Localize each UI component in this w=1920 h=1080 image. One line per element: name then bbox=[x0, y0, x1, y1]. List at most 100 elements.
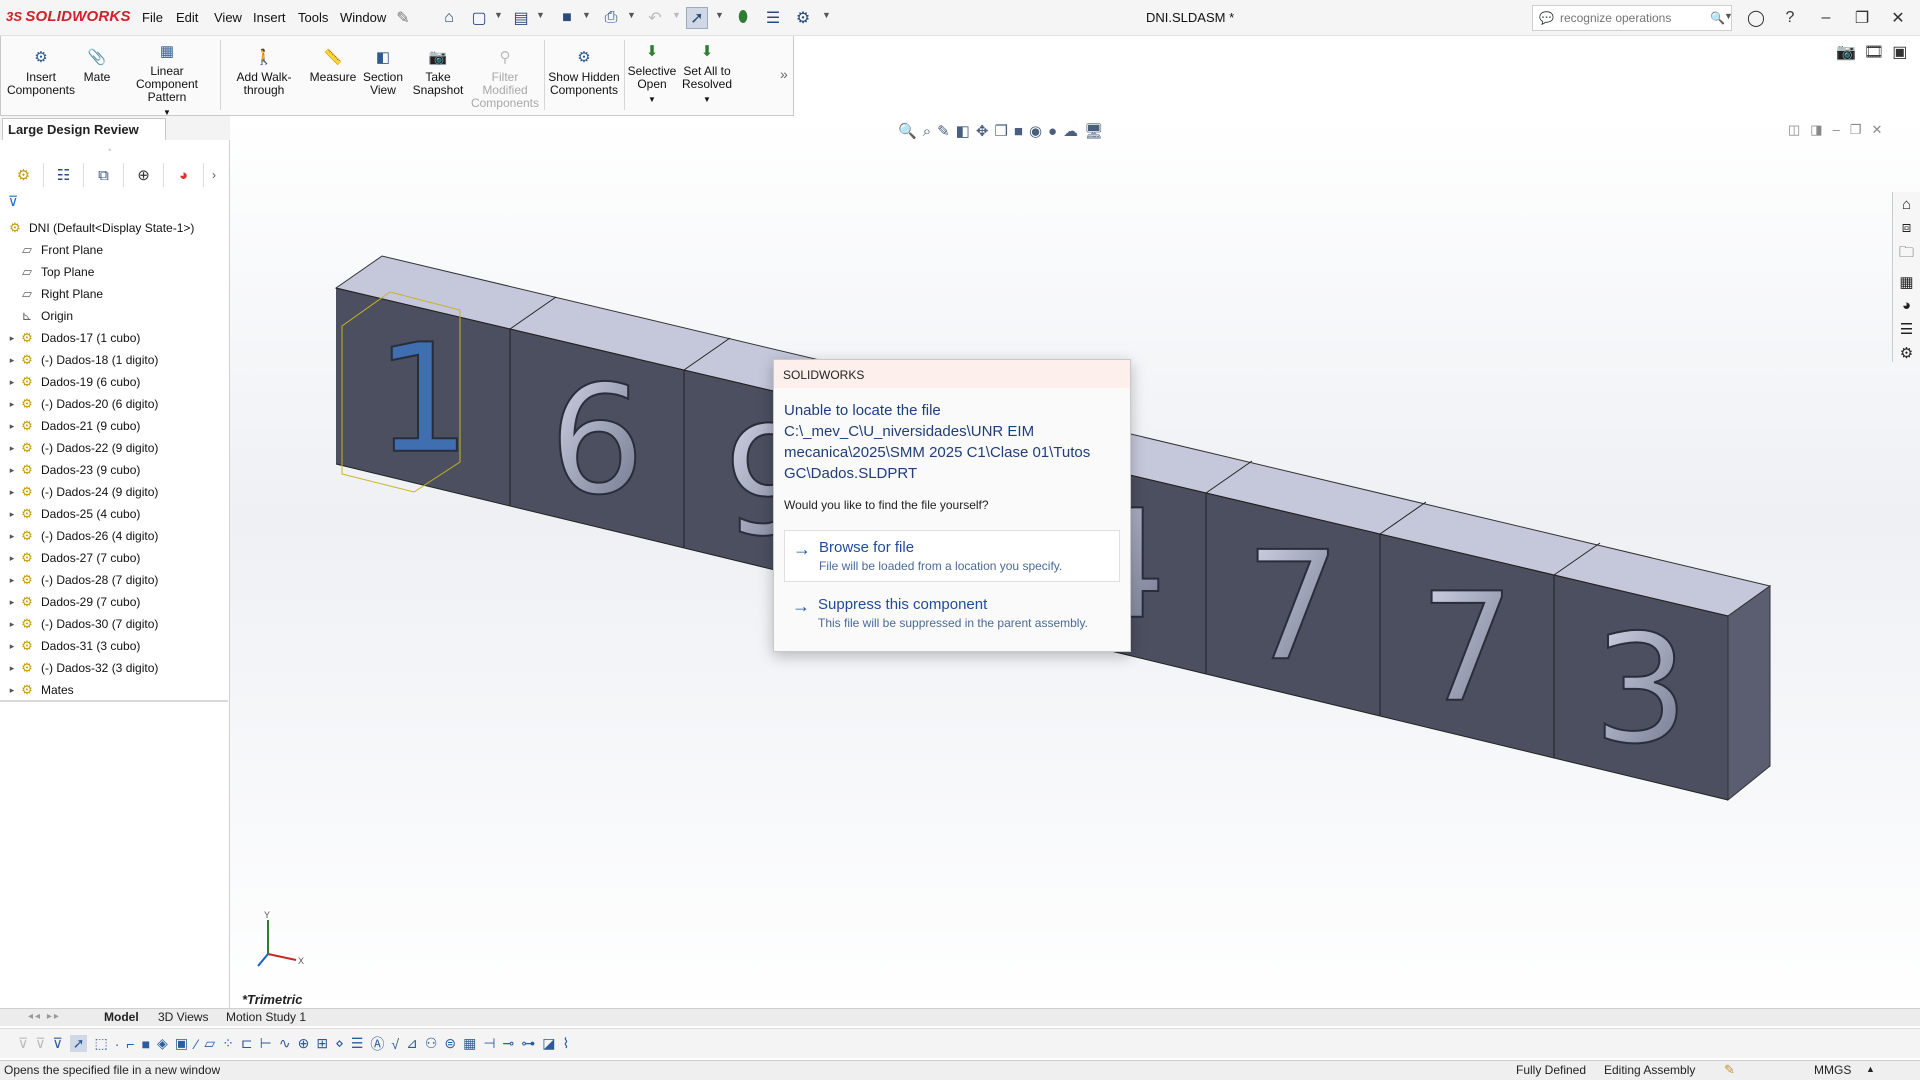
search-icon[interactable]: 🔍 bbox=[1710, 11, 1725, 25]
dynamic-annotation-icon[interactable]: ✥ bbox=[976, 122, 989, 140]
filter-mates-icon[interactable]: ⊸ bbox=[503, 1035, 515, 1052]
save-dropdown-icon[interactable]: ▼ bbox=[582, 10, 591, 20]
options-dropdown-icon[interactable]: ▼ bbox=[822, 10, 831, 20]
selective-open-dropdown-icon[interactable]: ▼ bbox=[648, 93, 656, 106]
tree-item[interactable]: ▱ Top Plane bbox=[0, 261, 228, 283]
tile-right-icon[interactable]: ◨ bbox=[1810, 122, 1822, 138]
viewport-restore-icon[interactable]: ❐ bbox=[1850, 122, 1862, 138]
filter-notes-icon[interactable]: ☰ bbox=[351, 1035, 364, 1052]
open-dropdown-icon[interactable]: ▼ bbox=[536, 10, 545, 20]
search-input[interactable] bbox=[1559, 11, 1700, 25]
tree-item[interactable]: ▸ ⚙ Dados-31 (3 cubo) bbox=[0, 635, 228, 657]
filter-routing-icon[interactable]: ◪ bbox=[542, 1035, 555, 1052]
expand-arrow-icon[interactable]: ▸ bbox=[6, 465, 18, 476]
expand-arrow-icon[interactable]: ▸ bbox=[6, 377, 18, 388]
tree-item[interactable]: ▸ ⚙ (-) Dados-28 (7 digito) bbox=[0, 569, 228, 591]
filter-planes-icon[interactable]: ▱ bbox=[204, 1035, 215, 1052]
tab-scroll-icon[interactable]: ◂◂ ▸▸ bbox=[28, 1011, 61, 1022]
resources-home-icon[interactable]: ⌂ bbox=[1902, 196, 1911, 213]
filter-points-icon[interactable]: ⁘ bbox=[222, 1035, 234, 1052]
filter-surfaces-icon[interactable]: ◈ bbox=[157, 1035, 168, 1052]
resolved-dropdown-icon[interactable]: ▼ bbox=[703, 93, 711, 106]
feature-manager-tab-icon[interactable]: ⚙ bbox=[4, 163, 44, 187]
tab-3d-views[interactable]: 3D Views bbox=[158, 1010, 208, 1024]
more-commands-icon[interactable]: » bbox=[780, 66, 788, 82]
filter-datum-icon[interactable]: Ⓐ bbox=[370, 1034, 384, 1054]
view-palette-icon[interactable]: ▦ bbox=[1899, 273, 1913, 291]
filter-edges-icon[interactable]: ⌐ bbox=[126, 1036, 134, 1052]
tree-item[interactable]: ▸ ⚙ Dados-17 (1 cubo) bbox=[0, 327, 228, 349]
apply-scene-icon[interactable]: ☁ bbox=[1063, 122, 1078, 140]
tree-item[interactable]: ▸ ⚙ (-) Dados-30 (7 digito) bbox=[0, 613, 228, 635]
tree-item[interactable]: ▱ Right Plane bbox=[0, 283, 228, 305]
hide-show-items-icon[interactable]: ◉ bbox=[1029, 122, 1042, 140]
display-manager-tab-icon[interactable]: ◕ bbox=[164, 163, 204, 187]
rebuild-icon[interactable]: ⬮ bbox=[732, 7, 754, 29]
expand-arrow-icon[interactable]: ▸ bbox=[6, 641, 18, 652]
expand-arrow-icon[interactable]: ▸ bbox=[6, 575, 18, 586]
configuration-manager-tab-icon[interactable]: ⧉ bbox=[84, 163, 124, 187]
zoom-to-area-icon[interactable]: ⌕ bbox=[923, 123, 931, 140]
expand-arrow-icon[interactable]: ▸ bbox=[6, 619, 18, 630]
screen-capture-icon[interactable]: 🎞 bbox=[1864, 42, 1884, 62]
expand-arrow-icon[interactable]: ▸ bbox=[6, 355, 18, 366]
tree-filter-icon[interactable]: ⊽ bbox=[8, 193, 18, 210]
tree-item[interactable]: ▸ ⚙ (-) Dados-20 (6 digito) bbox=[0, 393, 228, 415]
select-dropdown-icon[interactable]: ▼ bbox=[715, 10, 724, 20]
tree-item[interactable]: ▸ ⚙ (-) Dados-32 (3 digito) bbox=[0, 657, 228, 679]
filter-faces-icon[interactable]: ■ bbox=[142, 1036, 150, 1052]
tree-item[interactable]: ⊾ Origin bbox=[0, 305, 228, 327]
filter-blocks-icon[interactable]: ▦ bbox=[463, 1035, 476, 1052]
undo-icon[interactable]: ↶ bbox=[644, 7, 666, 29]
tree-item[interactable]: ▸ ⚙ (-) Dados-26 (4 digito) bbox=[0, 525, 228, 547]
filter-axes-icon[interactable]: ⁄ bbox=[195, 1036, 197, 1052]
custom-properties-icon[interactable]: ☰ bbox=[1900, 320, 1913, 338]
rebuild-status-icon[interactable]: ✎ bbox=[1724, 1062, 1735, 1078]
tab-model[interactable]: Model bbox=[104, 1010, 139, 1024]
filter-modified-button[interactable]: ⚲ Filter Modified Components bbox=[470, 46, 540, 110]
expand-arrow-icon[interactable]: ▸ bbox=[6, 509, 18, 520]
tile-left-icon[interactable]: ◫ bbox=[1788, 122, 1800, 138]
digit-7[interactable]: 7 bbox=[1418, 561, 1515, 737]
digit-8[interactable]: 3 bbox=[1592, 602, 1689, 778]
linear-pattern-button[interactable]: ▦ Linear Component Pattern ▼ bbox=[118, 40, 216, 119]
show-hidden-components-button[interactable]: ⚙ Show Hidden Components bbox=[548, 46, 620, 97]
filter-clear-icon[interactable]: ⊽ bbox=[35, 1035, 45, 1052]
viewport-close-icon[interactable]: ✕ bbox=[1871, 122, 1882, 138]
options-gear-icon[interactable]: ⚙ bbox=[792, 7, 814, 29]
tree-item[interactable]: ▸ ⚙ (-) Dados-22 (9 digito) bbox=[0, 437, 228, 459]
tab-large-design-review[interactable]: Large Design Review bbox=[2, 118, 166, 140]
filter-balloon-icon[interactable]: ⚇ bbox=[425, 1035, 438, 1052]
browse-for-file-option[interactable]: → Browse for file File will be loaded fr… bbox=[784, 530, 1120, 582]
filter-tolerance-icon[interactable]: ⊿ bbox=[406, 1035, 418, 1052]
dimxpert-tab-icon[interactable]: ⊕ bbox=[124, 163, 164, 187]
camera-icon[interactable]: 📷 bbox=[1836, 42, 1856, 62]
previous-view-icon[interactable]: ✎ bbox=[937, 122, 950, 140]
expand-arrow-icon[interactable]: ▸ bbox=[6, 597, 18, 608]
tree-item[interactable]: ▸ ⚙ Dados-21 (9 cubo) bbox=[0, 415, 228, 437]
measure-button[interactable]: 📏 Measure bbox=[308, 46, 358, 84]
filter-curves-icon[interactable]: ∿ bbox=[279, 1035, 291, 1052]
filter-sketch-icon[interactable]: ⊏ bbox=[241, 1035, 253, 1052]
expand-arrow-icon[interactable]: ▸ bbox=[6, 553, 18, 564]
panel-tabs-more-icon[interactable]: › bbox=[204, 168, 224, 182]
tree-item[interactable]: ▸ ⚙ (-) Dados-18 (1 digito) bbox=[0, 349, 228, 371]
menu-view[interactable]: View bbox=[214, 10, 242, 25]
digit-6[interactable]: 7 bbox=[1244, 519, 1341, 695]
box-select-icon[interactable]: ⬚ bbox=[94, 1035, 107, 1052]
print-dropdown-icon[interactable]: ▼ bbox=[627, 10, 636, 20]
tab-motion-study[interactable]: Motion Study 1 bbox=[226, 1010, 306, 1024]
zoom-to-fit-icon[interactable]: 🔍 bbox=[898, 122, 917, 140]
assembly-task-icon[interactable]: ⚙ bbox=[1900, 344, 1913, 362]
tree-item[interactable]: ⚙ DNI (Default<Display State-1>) bbox=[0, 217, 228, 239]
tree-item[interactable]: ▸ ⚙ Dados-23 (9 cubo) bbox=[0, 459, 228, 481]
select-arrow-icon[interactable]: ➚ bbox=[686, 7, 708, 29]
design-library-icon[interactable]: ⧈ bbox=[1902, 219, 1912, 236]
filter-hole-icon[interactable]: ⊞ bbox=[316, 1035, 328, 1052]
viewport-minimize-icon[interactable]: – bbox=[1833, 122, 1840, 138]
filter-toggle-icon[interactable]: ⊽ bbox=[18, 1035, 28, 1052]
appearances-icon[interactable]: ◕ bbox=[1902, 297, 1911, 314]
filter-centerline-icon[interactable]: ⊣ bbox=[483, 1035, 495, 1052]
section-view-hud-icon[interactable]: ◧ bbox=[956, 122, 970, 140]
view-icon[interactable]: ▣ bbox=[1892, 42, 1907, 62]
